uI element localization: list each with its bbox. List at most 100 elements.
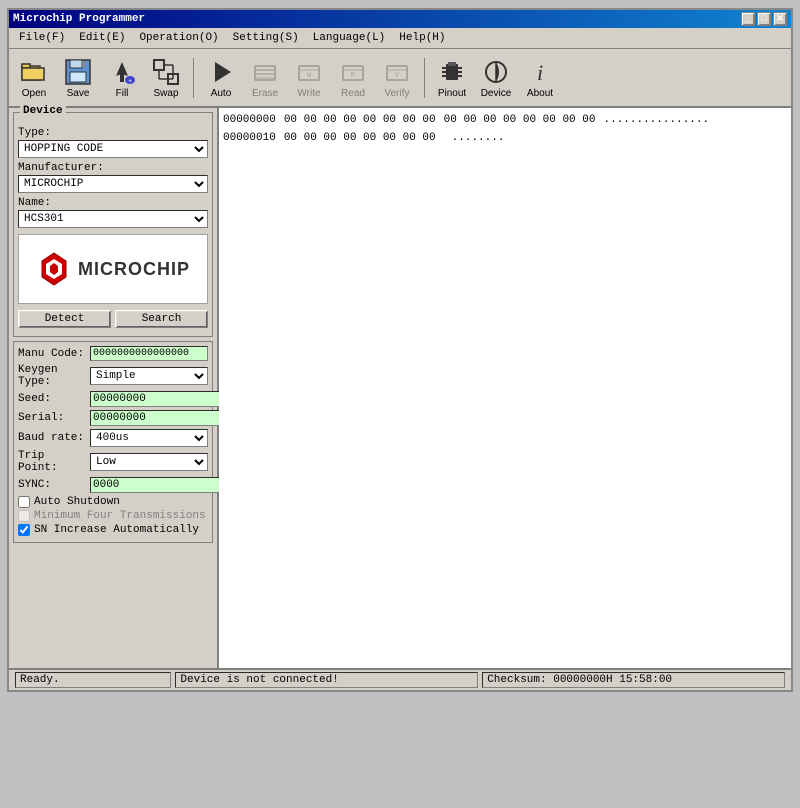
keygen-type-select[interactable]: Simple <box>90 367 208 385</box>
menu-setting[interactable]: Setting(S) <box>227 30 305 46</box>
menu-edit[interactable]: Edit(E) <box>73 30 131 46</box>
min-four-label: Minimum Four Transmissions <box>34 510 206 522</box>
erase-button[interactable]: Erase <box>246 53 284 102</box>
read-button[interactable]: R Read <box>334 53 372 102</box>
menu-file[interactable]: File(F) <box>13 30 71 46</box>
hex-bytes2-0: 00 00 00 00 00 00 00 00 <box>444 112 596 130</box>
swap-icon <box>150 56 182 88</box>
hex-display-panel: 00000000 00 00 00 00 00 00 00 00 00 00 0… <box>219 108 791 668</box>
min-four-checkbox[interactable] <box>18 510 30 522</box>
trip-point-label: Trip Point: <box>18 450 90 474</box>
name-label: Name: <box>18 197 208 209</box>
microchip-logo-icon: ▲ <box>36 251 72 287</box>
save-label: Save <box>67 88 90 99</box>
about-label: About <box>527 88 553 99</box>
microchip-name: MICROCHIP <box>78 259 190 280</box>
swap-button[interactable]: Swap <box>147 53 185 102</box>
type-label: Type: <box>18 127 208 139</box>
left-panel: Device Type: HOPPING CODE Manufacturer: … <box>9 108 219 668</box>
seed-row: Seed: <box>18 391 208 407</box>
svg-text:▲: ▲ <box>52 281 57 287</box>
detect-button[interactable]: Detect <box>18 310 111 328</box>
logo-area: ▲ MICROCHIP <box>18 234 208 304</box>
device-group-title: Device <box>20 105 66 117</box>
hex-ascii-0: ................ <box>603 112 709 130</box>
svg-text:i: i <box>537 60 543 85</box>
device-button[interactable]: Device <box>477 53 515 102</box>
hex-bytes-0: 00 00 00 00 00 00 00 00 <box>284 112 436 130</box>
toolbar-sep-1 <box>193 58 194 98</box>
device-label: Device <box>481 88 512 99</box>
erase-label: Erase <box>252 88 278 99</box>
write-button[interactable]: W Write <box>290 53 328 102</box>
verify-icon: V <box>381 56 413 88</box>
maximize-button[interactable]: □ <box>757 12 771 26</box>
auto-shutdown-checkbox[interactable] <box>18 496 30 508</box>
manufacturer-label: Manufacturer: <box>18 162 208 174</box>
write-icon: W <box>293 56 325 88</box>
auto-shutdown-row: Auto Shutdown <box>18 496 208 508</box>
fill-button[interactable]: + Fill <box>103 53 141 102</box>
sn-increase-row: SN Increase Automatically <box>18 524 208 536</box>
close-button[interactable]: ✕ <box>773 12 787 26</box>
main-window: Microchip Programmer _ □ ✕ File(F) Edit(… <box>7 8 793 692</box>
svg-text:W: W <box>307 72 312 80</box>
about-button[interactable]: i About <box>521 53 559 102</box>
swap-label: Swap <box>153 88 178 99</box>
fields-section: Manu Code: Keygen Type: Simple Seed: Ser… <box>13 341 213 543</box>
min-four-row: Minimum Four Transmissions <box>18 510 208 522</box>
seed-label: Seed: <box>18 393 90 405</box>
open-label: Open <box>22 88 46 99</box>
trip-point-row: Trip Point: Low <box>18 450 208 474</box>
trip-point-select[interactable]: Low <box>90 453 208 471</box>
pinout-button[interactable]: Pinout <box>433 53 471 102</box>
erase-icon <box>249 56 281 88</box>
svg-text:V: V <box>395 72 400 80</box>
auto-icon <box>205 56 237 88</box>
auto-button[interactable]: Auto <box>202 53 240 102</box>
toolbar: Open Save + <box>9 49 791 108</box>
menu-operation[interactable]: Operation(O) <box>133 30 224 46</box>
save-button[interactable]: Save <box>59 53 97 102</box>
read-label: Read <box>341 88 365 99</box>
save-icon <box>62 56 94 88</box>
verify-label: Verify <box>384 88 409 99</box>
baud-rate-row: Baud rate: 400us <box>18 429 208 447</box>
open-button[interactable]: Open <box>15 53 53 102</box>
minimize-button[interactable]: _ <box>741 12 755 26</box>
sn-increase-checkbox[interactable] <box>18 524 30 536</box>
keygen-type-row: Keygen Type: Simple <box>18 364 208 388</box>
baud-rate-select[interactable]: 400us <box>90 429 208 447</box>
microchip-logo: ▲ MICROCHIP <box>36 251 190 287</box>
menu-help[interactable]: Help(H) <box>393 30 451 46</box>
manu-code-row: Manu Code: <box>18 346 208 361</box>
svg-text:R: R <box>351 72 356 80</box>
type-select[interactable]: HOPPING CODE <box>18 140 208 158</box>
window-title: Microchip Programmer <box>13 13 145 25</box>
write-label: Write <box>297 88 320 99</box>
read-icon: R <box>337 56 369 88</box>
hex-addr-1: 00000010 <box>223 130 276 148</box>
auto-label: Auto <box>211 88 232 99</box>
manufacturer-select[interactable]: MICROCHIP <box>18 175 208 193</box>
manu-code-label: Manu Code: <box>18 348 90 360</box>
keygen-type-label: Keygen Type: <box>18 364 90 388</box>
verify-button[interactable]: V Verify <box>378 53 416 102</box>
status-ready: Ready. <box>15 672 171 688</box>
manu-code-input[interactable] <box>90 346 208 361</box>
hex-addr-0: 00000000 <box>223 112 276 130</box>
hex-ascii-1: ........ <box>452 130 505 148</box>
menu-language[interactable]: Language(L) <box>307 30 392 46</box>
open-icon <box>18 56 50 88</box>
auto-shutdown-label: Auto Shutdown <box>34 496 120 508</box>
baud-rate-label: Baud rate: <box>18 432 90 444</box>
sn-increase-label: SN Increase Automatically <box>34 524 199 536</box>
hex-bytes-1: 00 00 00 00 00 00 00 00 <box>284 130 436 148</box>
sync-label: SYNC: <box>18 479 90 491</box>
search-button[interactable]: Search <box>115 310 208 328</box>
hex-row-0: 00000000 00 00 00 00 00 00 00 00 00 00 0… <box>223 112 787 130</box>
about-icon: i <box>524 56 556 88</box>
status-device: Device is not connected! <box>175 672 478 688</box>
name-select[interactable]: HCS301 <box>18 210 208 228</box>
hex-area: 00000000 00 00 00 00 00 00 00 00 00 00 0… <box>223 112 787 147</box>
